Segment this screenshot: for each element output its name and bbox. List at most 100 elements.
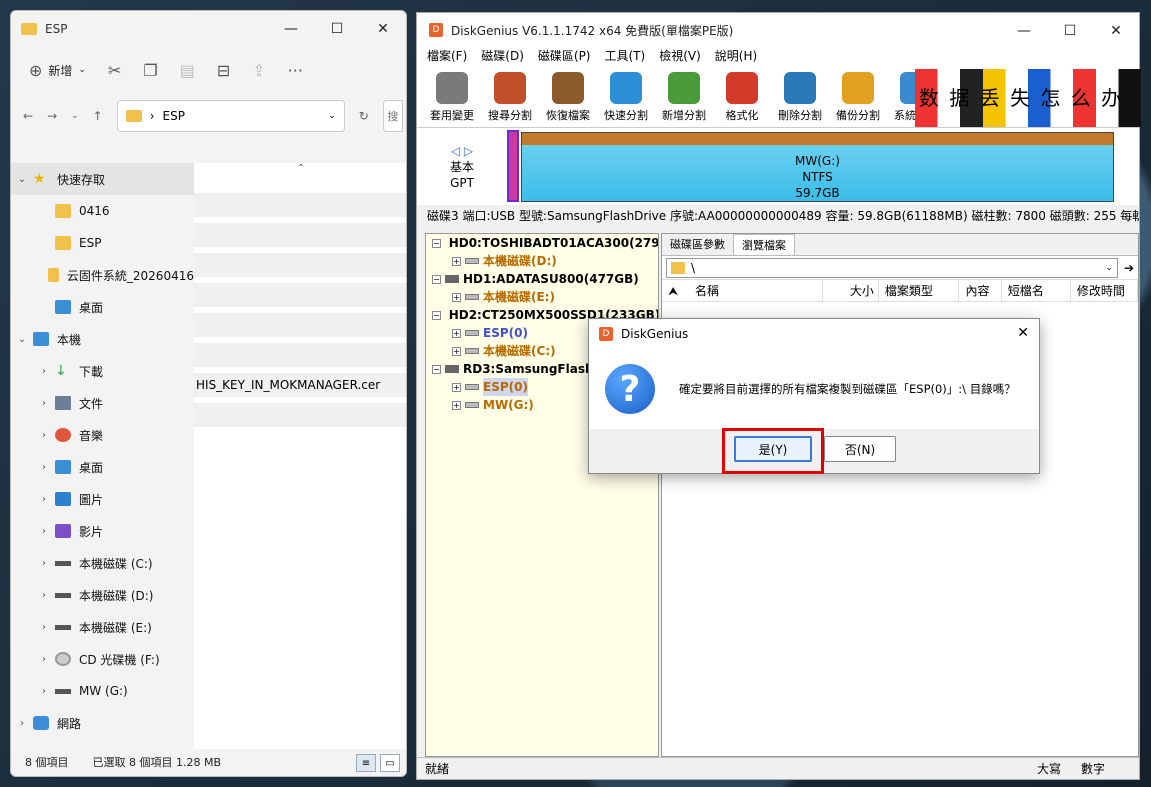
nav-item[interactable]: › 文件 xyxy=(11,387,194,419)
column-header[interactable]: 大小 xyxy=(823,280,879,301)
column-header[interactable]: 修改時間 xyxy=(1071,280,1139,301)
yes-button[interactable]: 是(Y) xyxy=(734,436,812,462)
recent-dropdown-icon[interactable]: ⌄ xyxy=(71,111,79,121)
collapse-icon[interactable]: − xyxy=(432,310,441,320)
details-view-icon[interactable]: ≡ xyxy=(356,754,376,772)
toolbar-button[interactable]: 搜尋分割 xyxy=(481,72,539,127)
path-input[interactable]: \ ⌄ xyxy=(666,257,1118,278)
nav-item[interactable]: ⌄ ★ 快速存取 xyxy=(11,163,194,195)
back-icon[interactable]: ← xyxy=(23,109,33,123)
toolbar-button[interactable]: 新增分割 xyxy=(655,72,713,127)
copy-icon[interactable]: ❐ xyxy=(143,61,157,80)
expand-chevron-icon[interactable]: › xyxy=(33,590,55,601)
nav-item[interactable]: 0416 xyxy=(11,195,194,227)
nav-item[interactable]: › 本機磁碟 (E:) xyxy=(11,611,194,643)
nav-item[interactable]: 桌面 xyxy=(11,291,194,323)
toolbar-button[interactable]: 格式化 xyxy=(713,72,771,127)
expand-chevron-icon[interactable]: › xyxy=(33,366,55,377)
toolbar-button[interactable]: 套用變更 xyxy=(423,72,481,127)
nav-item[interactable]: › 桌面 xyxy=(11,451,194,483)
tree-partition-node[interactable]: + 本機磁碟(E:) xyxy=(426,288,658,306)
more-button[interactable]: ··· xyxy=(288,61,303,80)
expand-chevron-icon[interactable]: › xyxy=(33,654,55,665)
collapse-icon[interactable]: − xyxy=(432,238,441,248)
no-button[interactable]: 否(N) xyxy=(824,436,896,462)
expand-chevron-icon[interactable]: ⌄ xyxy=(11,174,33,185)
expand-chevron-icon[interactable]: ⌄ xyxy=(11,334,33,345)
expand-chevron-icon[interactable]: › xyxy=(33,686,55,697)
file-row[interactable] xyxy=(194,403,406,427)
nav-item[interactable]: › 本機磁碟 (C:) xyxy=(11,547,194,579)
nav-item[interactable]: › 圖片 xyxy=(11,483,194,515)
column-header[interactable]: 檔案類型 xyxy=(879,280,960,301)
tab[interactable]: 磁碟區參數 xyxy=(662,234,733,255)
toolbar-button[interactable]: 備份分割 xyxy=(829,72,887,127)
tree-disk-node[interactable]: − HD1:ADATASU800(477GB) xyxy=(426,270,658,288)
expand-chevron-icon[interactable]: › xyxy=(33,462,55,473)
tree-partition-node[interactable]: + 本機磁碟(D:) xyxy=(426,252,658,270)
nav-item[interactable]: › 本機磁碟 (D:) xyxy=(11,579,194,611)
up-dir-icon[interactable]: ⮝ xyxy=(662,280,689,301)
collapse-icon[interactable]: − xyxy=(432,364,441,374)
tab[interactable]: 瀏覽檔案 xyxy=(733,234,795,255)
minimize-button[interactable]: — xyxy=(268,11,314,47)
expand-icon[interactable]: + xyxy=(452,382,461,392)
collapse-icon[interactable]: − xyxy=(432,274,441,284)
menu-item[interactable]: 說明(H) xyxy=(715,47,757,65)
search-input[interactable]: 搜 xyxy=(382,100,403,132)
address-dropdown-icon[interactable]: ⌄ xyxy=(328,111,336,121)
new-button[interactable]: ⊕ 新增 ⌄ xyxy=(29,61,86,80)
forward-icon[interactable]: → xyxy=(47,109,57,123)
partition-bar[interactable]: MW(G:) NTFS 59.7GB xyxy=(521,132,1114,202)
minimize-button[interactable]: — xyxy=(1001,13,1047,49)
expand-chevron-icon[interactable]: › xyxy=(33,558,55,569)
up-icon[interactable]: ↑ xyxy=(93,109,103,123)
menu-item[interactable]: 檔案(F) xyxy=(427,47,467,65)
close-button[interactable]: ✕ xyxy=(360,11,406,47)
nav-item[interactable]: › MW (G:) xyxy=(11,675,194,707)
rename-icon[interactable]: ⊟ xyxy=(217,61,230,80)
expand-chevron-icon[interactable]: › xyxy=(33,494,55,505)
toolbar-button[interactable]: 刪除分割 xyxy=(771,72,829,127)
toolbar-button[interactable]: 恢復檔案 xyxy=(539,72,597,127)
go-arrow-icon[interactable]: ➔ xyxy=(1124,261,1134,275)
paste-icon[interactable]: ▤ xyxy=(180,61,195,80)
tiles-view-icon[interactable]: ▭ xyxy=(380,754,400,772)
menu-item[interactable]: 磁碟(D) xyxy=(481,47,524,65)
nav-item[interactable]: ⌄ 本機 xyxy=(11,323,194,355)
refresh-icon[interactable]: ↻ xyxy=(359,109,369,123)
expand-icon[interactable]: + xyxy=(452,256,461,266)
menu-item[interactable]: 磁碟區(P) xyxy=(538,47,591,65)
file-row[interactable] xyxy=(194,253,406,277)
maximize-button[interactable]: ☐ xyxy=(1047,13,1093,49)
nav-item[interactable]: › 網路 xyxy=(11,707,194,739)
path-dropdown-icon[interactable]: ⌄ xyxy=(1105,263,1117,273)
file-row[interactable] xyxy=(194,343,406,367)
esp-partition-slice[interactable] xyxy=(507,130,519,202)
file-row[interactable] xyxy=(194,193,406,217)
column-header[interactable]: 名稱 xyxy=(689,280,824,301)
nav-item[interactable]: › ↓ 下載 xyxy=(11,355,194,387)
maximize-button[interactable]: ☐ xyxy=(314,11,360,47)
expand-chevron-icon[interactable]: › xyxy=(33,398,55,409)
file-row[interactable] xyxy=(194,283,406,307)
nav-item[interactable]: › CD 光碟機 (F:) xyxy=(11,643,194,675)
nav-item[interactable]: 云固件系統_20260416 xyxy=(11,259,194,291)
cut-icon[interactable]: ✂ xyxy=(108,61,121,80)
menu-item[interactable]: 檢視(V) xyxy=(659,47,701,65)
expand-icon[interactable]: + xyxy=(452,400,461,410)
toolbar-button[interactable]: 快速分割 xyxy=(597,72,655,127)
file-row[interactable]: HIS_KEY_IN_MOKMANAGER.cer xyxy=(194,373,406,397)
expand-chevron-icon[interactable]: › xyxy=(11,718,33,729)
expand-chevron-icon[interactable]: › xyxy=(33,430,55,441)
expand-icon[interactable]: + xyxy=(452,292,461,302)
file-row[interactable] xyxy=(194,223,406,247)
nav-item[interactable]: › 音樂 xyxy=(11,419,194,451)
expand-chevron-icon[interactable]: › xyxy=(33,622,55,633)
nav-item[interactable]: › 影片 xyxy=(11,515,194,547)
menu-item[interactable]: 工具(T) xyxy=(605,47,646,65)
share-icon[interactable]: ⇪ xyxy=(252,61,265,80)
dialog-close-button[interactable]: ✕ xyxy=(1017,325,1029,341)
expand-chevron-icon[interactable]: › xyxy=(33,526,55,537)
address-bar[interactable]: › ESP ⌄ xyxy=(116,100,345,132)
